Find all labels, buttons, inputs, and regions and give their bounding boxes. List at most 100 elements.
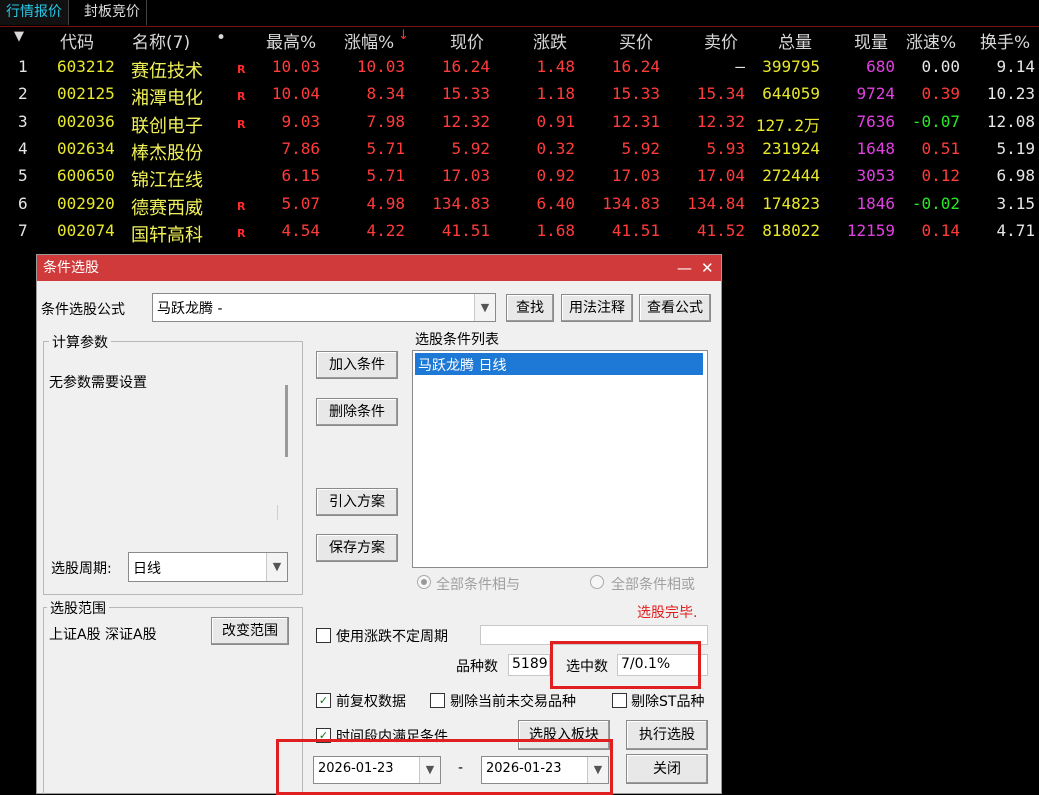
table-row[interactable]: 1 603212 赛伍技术 R 10.03 10.03 16.24 1.48 16.24 — 399… [0,54,1039,82]
col-current-vol[interactable]: 现量 [854,28,888,53]
col-high[interactable]: 最高% [266,28,316,53]
row-high: 6.15 [281,166,320,186]
row-flag-badge: R [237,226,246,240]
minimize-icon[interactable]: — [677,255,692,281]
table-header: ▼ 代码 名称(7) • 最高% 涨幅% ↓ 现价 涨跌 买价 卖价 总量 现量… [0,27,1039,53]
row-code: 002634 [57,138,115,158]
condition-list-item[interactable]: 马跃龙腾 日线 [415,353,703,375]
sort-arrow-icon[interactable]: ▼ [14,29,24,44]
delete-condition-button[interactable]: 删除条件 [316,398,398,426]
use-period-checkbox[interactable] [316,628,331,643]
row-change-pct: 5.71 [366,138,405,158]
tab-limit-bidding[interactable]: 封板竞价 [78,0,147,25]
row-price: 16.24 [441,57,490,76]
chevron-down-icon[interactable]: ▼ [266,553,287,581]
row-change: 1.68 [536,220,575,240]
row-index: 5 [18,166,28,186]
import-plan-button[interactable]: 引入方案 [316,488,398,516]
status-text: 选股完毕. [637,605,698,621]
col-volume[interactable]: 总量 [778,28,812,53]
col-bid[interactable]: 买价 [619,28,653,53]
row-volume: 174823 [762,193,820,213]
row-flag-badge: R [237,90,246,104]
table-row[interactable]: 4 002634 棒杰股份 7.86 5.71 5.92 0.32 5.92 5.93 23192… [0,136,1039,164]
row-current-vol: 680 [866,57,895,76]
condition-stock-picker-dialog: 条件选股 — ✕ 条件选股公式 马跃龙腾 - ▼ 查找 用法注释 查看公式 计算… [36,254,722,794]
row-change: 6.40 [536,193,575,213]
row-high: 10.04 [271,84,320,104]
row-volume: 644059 [762,84,820,104]
col-ask[interactable]: 卖价 [704,28,738,53]
row-volume: 127.2万 [755,115,820,135]
row-speed: -0.02 [911,193,960,213]
row-name: 联创电子 [131,115,203,137]
row-turnover: 3.15 [996,193,1035,213]
tab-market-quote[interactable]: 行情报价 [0,0,69,25]
col-code[interactable]: 代码 [60,28,94,53]
radio-all-or[interactable] [590,575,604,589]
change-scope-button[interactable]: 改变范围 [211,617,289,645]
exclude-untraded-checkbox[interactable] [430,693,445,708]
row-current-vol: 1648 [856,138,895,158]
col-change-pct[interactable]: 涨幅% [344,28,394,53]
row-name: 德赛西威 [131,197,203,219]
table-row[interactable]: 6 002920 德赛西威 R 5.07 4.98 134.83 6.40 134.83 134.… [0,191,1039,219]
col-price[interactable]: 现价 [450,28,484,53]
radio-all-and-label: 全部条件相与 [436,577,520,593]
row-turnover: 5.19 [996,138,1035,158]
view-formula-button[interactable]: 查看公式 [639,294,711,322]
scope-text: 上证A股 深证A股 [49,627,157,643]
col-dot: • [216,28,227,48]
save-plan-button[interactable]: 保存方案 [316,534,398,562]
run-selection-button[interactable]: 执行选股 [626,720,708,750]
row-bid: 17.03 [611,166,660,186]
formula-combo[interactable]: 马跃龙腾 - ▼ [152,293,496,322]
col-name[interactable]: 名称(7) [132,28,190,53]
sort-down-icon: ↓ [398,28,409,43]
exclude-st-label: 剔除ST品种 [631,694,705,710]
exclude-st-checkbox[interactable] [612,693,627,708]
add-condition-button[interactable]: 加入条件 [316,351,398,379]
params-group-title: 计算参数 [49,332,111,352]
row-change-pct: 8.34 [366,84,405,104]
col-speed[interactable]: 涨速% [906,28,956,53]
dialog-title: 条件选股 [43,260,99,276]
row-change: 0.92 [536,166,575,186]
close-icon[interactable]: ✕ [701,255,714,281]
usage-notes-button[interactable]: 用法注释 [561,294,633,322]
chevron-down-icon[interactable]: ▼ [474,294,495,321]
row-high: 7.86 [281,138,320,158]
params-scrollbar[interactable] [285,385,288,457]
radio-all-and[interactable] [417,575,431,589]
row-current-vol: 9724 [856,84,895,104]
period-combo[interactable]: 日线 ▼ [128,552,288,582]
prior-adj-checkbox[interactable]: ✓ [316,693,331,708]
table-row[interactable]: 3 002036 联创电子 R 9.03 7.98 12.32 0.91 12.31 12.32 1… [0,109,1039,137]
row-change-pct: 5.71 [366,166,405,186]
row-flag-badge: R [237,63,246,76]
row-ask: 12.32 [696,111,745,131]
row-code: 002920 [57,193,115,213]
table-row[interactable]: 2 002125 湘潭电化 R 10.04 8.34 15.33 1.18 15.33 15.34… [0,81,1039,109]
row-current-vol: 1846 [856,193,895,213]
row-volume: 818022 [762,220,820,240]
period-value: 日线 [133,561,161,577]
find-button[interactable]: 查找 [506,294,554,322]
formula-label: 条件选股公式 [41,302,125,318]
row-index: 6 [18,193,28,213]
row-ask: — [735,57,745,76]
row-ask: 5.93 [706,138,745,158]
close-button[interactable]: 关闭 [626,754,708,784]
row-high: 5.07 [281,193,320,213]
col-change[interactable]: 涨跌 [533,28,567,53]
params-text: 无参数需要设置 [49,375,147,391]
row-code: 002125 [57,84,115,104]
condition-list[interactable]: 马跃龙腾 日线 [412,350,708,568]
params-scroll-track [277,505,278,520]
table-row[interactable]: 7 002074 国轩高科 R 4.54 4.22 41.51 1.68 41.51 41.52 8… [0,218,1039,246]
table-row[interactable]: 5 600650 锦江在线 6.15 5.71 17.03 0.92 17.03 17.04 27… [0,163,1039,191]
exclude-untraded-label: 剔除当前未交易品种 [450,694,576,710]
dialog-title-bar[interactable]: 条件选股 — ✕ [37,255,721,281]
col-turnover[interactable]: 换手% [980,28,1030,53]
row-code: 603212 [57,57,115,76]
